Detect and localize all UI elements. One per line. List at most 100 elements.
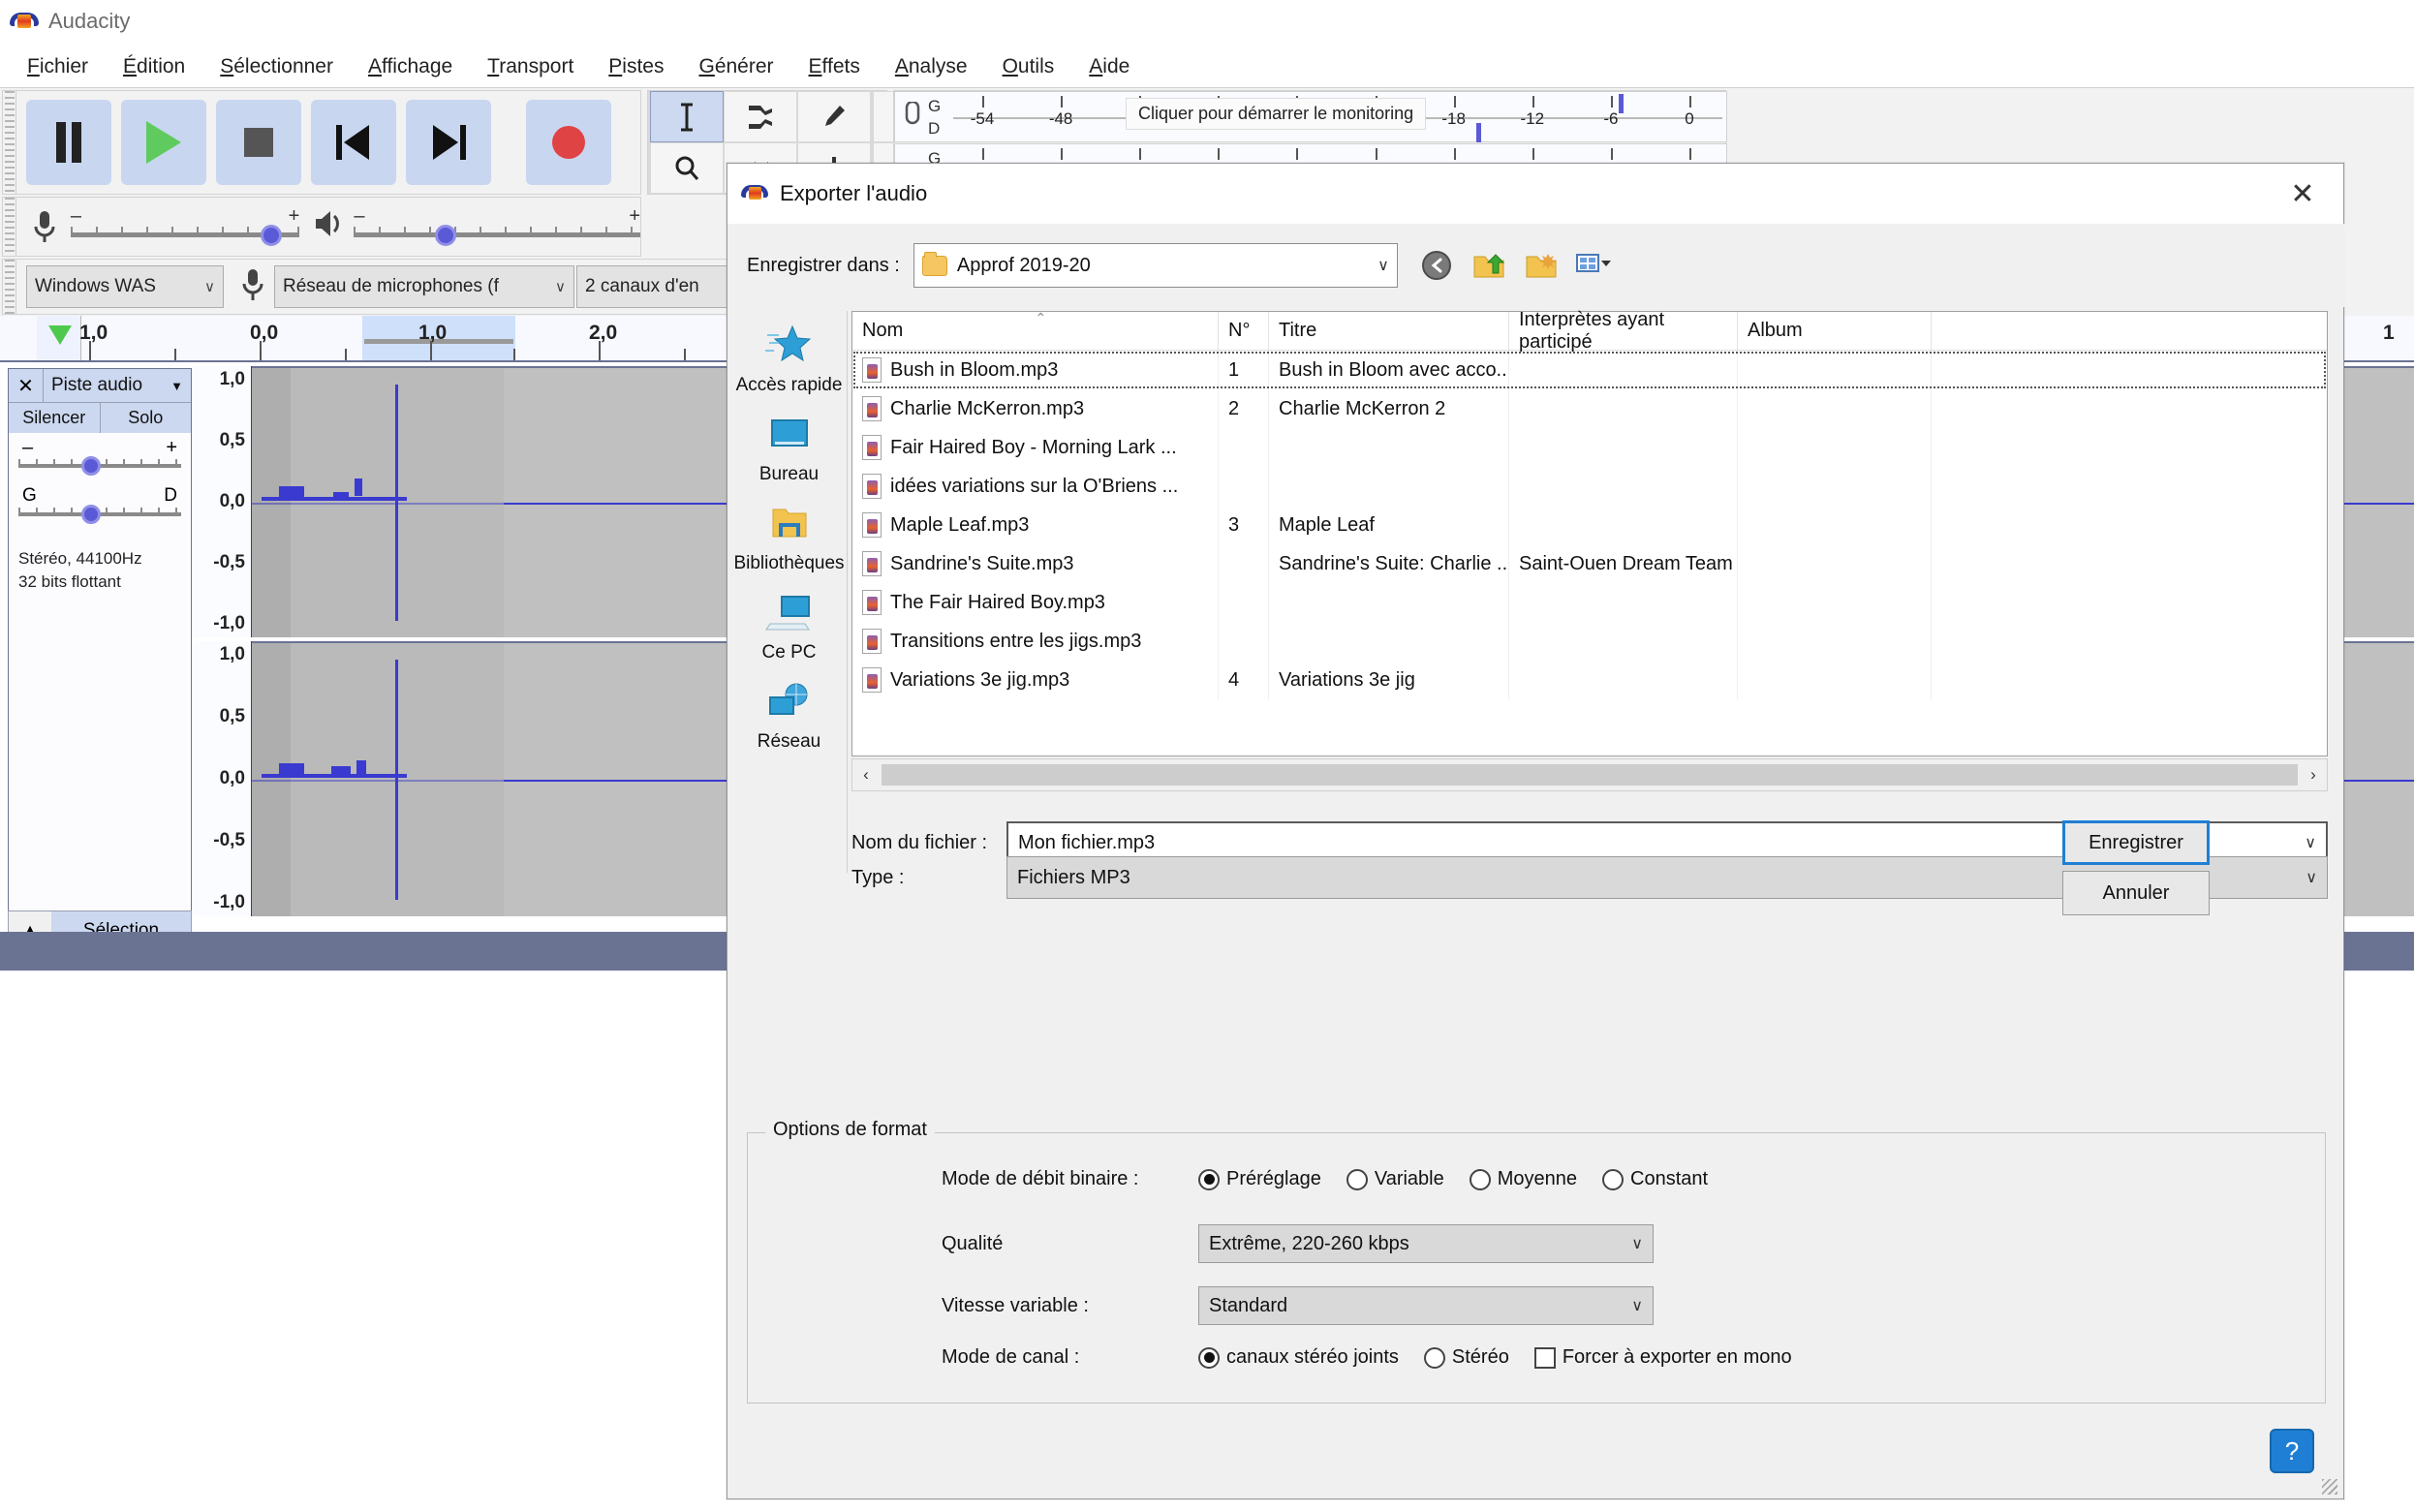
track-gain-slider[interactable]: – + (18, 437, 181, 483)
bitrate-mode-variable[interactable]: Variable (1346, 1168, 1444, 1190)
playback-volume-slider[interactable]: – + (354, 205, 640, 248)
record-button[interactable] (526, 100, 611, 185)
menu-aide[interactable]: Aide (1071, 51, 1147, 82)
chevron-down-icon[interactable]: ∨ (1631, 1234, 1643, 1253)
file-row[interactable]: idées variations sur la O'Briens ... (852, 467, 2327, 506)
slider-thumb[interactable] (81, 505, 101, 524)
radio-button[interactable] (1198, 1346, 1220, 1369)
pause-button[interactable] (26, 100, 111, 185)
toolbar-grip[interactable] (3, 198, 16, 256)
close-track-button[interactable]: ✕ (9, 369, 44, 402)
menu-transport[interactable]: Transport (470, 51, 591, 82)
menu-effets[interactable]: Effets (791, 51, 878, 82)
chevron-left-icon[interactable]: ‹ (852, 765, 880, 785)
radio-button[interactable] (1423, 1346, 1445, 1369)
new-folder-button[interactable] (1522, 246, 1561, 285)
chevron-down-icon[interactable]: ∨ (1631, 1296, 1643, 1315)
resize-grip[interactable] (2322, 1479, 2337, 1495)
column-header-titre[interactable]: Titre (1269, 312, 1509, 350)
vbr-select[interactable]: Standard ∨ (1198, 1286, 1654, 1325)
place-this-pc[interactable]: Ce PC (731, 578, 847, 667)
column-header-nom[interactable]: Nom ⌃ (852, 310, 1219, 350)
place-libraries[interactable]: Bibliothèques (731, 489, 847, 578)
places-bar: Accès rapide Bureau Bibliothèques Ce PC (731, 311, 848, 873)
export-audio-dialog: Exporter l'audio ✕ Enregistrer dans : Ap… (727, 163, 2345, 1499)
bitrate-mode-pr-r-glage[interactable]: Préréglage (1198, 1168, 1321, 1190)
column-header-n-[interactable]: N° (1219, 312, 1269, 350)
toolbar-grip[interactable] (3, 91, 16, 194)
recording-volume-slider[interactable]: – + (70, 205, 300, 248)
menu-affichage[interactable]: Affichage (351, 51, 470, 82)
menu-outils[interactable]: Outils (985, 51, 1072, 82)
file-list-horizontal-scrollbar[interactable]: ‹ › (851, 758, 2328, 791)
file-row[interactable]: Maple Leaf.mp3 3 Maple Leaf (852, 506, 2327, 544)
menu-pistes[interactable]: Pistes (591, 51, 681, 82)
chevron-right-icon[interactable]: › (2300, 765, 2327, 785)
back-button[interactable] (1417, 246, 1456, 285)
channel-mode-canaux-st-r-o-joints[interactable]: canaux stéréo joints (1198, 1346, 1399, 1369)
solo-button[interactable]: Solo (100, 403, 191, 433)
place-desktop[interactable]: Bureau (731, 400, 847, 489)
file-row[interactable]: Variations 3e jig.mp3 4 Variations 3e jig (852, 661, 2327, 699)
cancel-button[interactable]: Annuler (2062, 871, 2210, 915)
menu-s-lectionner[interactable]: Sélectionner (202, 51, 351, 82)
close-dialog-button[interactable]: ✕ (2275, 171, 2330, 216)
mp3-file-icon (862, 512, 882, 538)
file-row[interactable]: Charlie McKerron.mp3 2 Charlie McKerron 2 (852, 389, 2327, 428)
file-row[interactable]: Fair Haired Boy - Morning Lark ... (852, 428, 2327, 467)
column-header-interpr-tes-ayant-particip-[interactable]: Interprètes ayant participé (1509, 309, 1738, 353)
skip-to-start-button[interactable] (311, 100, 396, 185)
view-mode-button[interactable] (1574, 246, 1613, 285)
scrollbar-thumb[interactable] (882, 764, 2298, 786)
draw-tool[interactable] (797, 91, 871, 142)
selection-tool[interactable] (650, 91, 724, 142)
recording-device-select[interactable]: Réseau de microphones (f ∨ (274, 265, 574, 308)
file-list[interactable]: Nom ⌃ N° Titre Interprètes ayant participé Al… (851, 309, 2328, 756)
file-row[interactable]: Transitions entre les jigs.mp3 (852, 622, 2327, 661)
skip-to-end-button[interactable] (406, 100, 491, 185)
quality-select[interactable]: Extrême, 220-260 kbps ∨ (1198, 1224, 1654, 1263)
zoom-tool[interactable] (650, 142, 724, 194)
track-pan-slider[interactable]: G D (18, 485, 181, 532)
file-row[interactable]: Sandrine's Suite.mp3 Sandrine's Suite: Ch… (852, 544, 2327, 583)
bitrate-mode-constant[interactable]: Constant (1602, 1168, 1708, 1190)
radio-button[interactable] (1346, 1168, 1368, 1190)
toolbar-grip[interactable] (3, 260, 16, 314)
help-button[interactable]: ? (2270, 1429, 2314, 1473)
channel-mode-st-r-o[interactable]: Stéréo (1423, 1346, 1509, 1369)
file-row[interactable]: Bush in Bloom.mp3 1 Bush in Bloom avec acc… (852, 351, 2327, 389)
ascending-caret-icon: ⌃ (1035, 310, 1047, 325)
bitrate-mode-moyenne[interactable]: Moyenne (1469, 1168, 1577, 1190)
menu--dition[interactable]: Édition (106, 51, 202, 82)
menu-g-n-rer[interactable]: Générer (681, 51, 790, 82)
chevron-down-icon: ▼ (170, 378, 183, 393)
slider-thumb[interactable] (260, 225, 282, 246)
up-one-level-button[interactable] (1470, 246, 1508, 285)
mute-button[interactable]: Silencer (9, 403, 101, 433)
checkbox-box[interactable] (1533, 1346, 1556, 1369)
file-name-cell: The Fair Haired Boy.mp3 (852, 583, 1219, 622)
slider-thumb[interactable] (435, 225, 457, 246)
save-button[interactable]: Enregistrer (2062, 820, 2210, 865)
stop-button[interactable] (216, 100, 301, 185)
save-in-select[interactable]: Approf 2019-20 ∨ (913, 243, 1398, 288)
radio-button[interactable] (1602, 1168, 1625, 1190)
recording-meter[interactable]: G D -54-48-42-36-30-24-18-12-60 Cliquer … (894, 91, 1727, 142)
file-row[interactable]: The Fair Haired Boy.mp3 (852, 583, 2327, 622)
envelope-tool[interactable] (724, 91, 797, 142)
album-cell (1738, 467, 1932, 506)
place-quick-access[interactable]: Accès rapide (731, 311, 847, 400)
radio-button[interactable] (1469, 1168, 1491, 1190)
menu-analyse[interactable]: Analyse (878, 51, 985, 82)
audio-host-select[interactable]: Windows WAS ∨ (26, 265, 224, 308)
menu-fichier[interactable]: Fichier (10, 51, 106, 82)
place-network[interactable]: Réseau (731, 667, 847, 756)
radio-button[interactable] (1198, 1168, 1220, 1190)
force-mono-checkbox[interactable]: Forcer à exporter en mono (1533, 1346, 1792, 1369)
play-button[interactable] (121, 100, 206, 185)
column-header-album[interactable]: Album (1738, 312, 1932, 350)
track-name-menu[interactable]: Piste audio ▼ (44, 369, 191, 402)
slider-thumb[interactable] (81, 456, 101, 476)
chevron-down-icon[interactable]: ∨ (2306, 868, 2317, 887)
chevron-down-icon[interactable]: ∨ (2305, 833, 2316, 852)
